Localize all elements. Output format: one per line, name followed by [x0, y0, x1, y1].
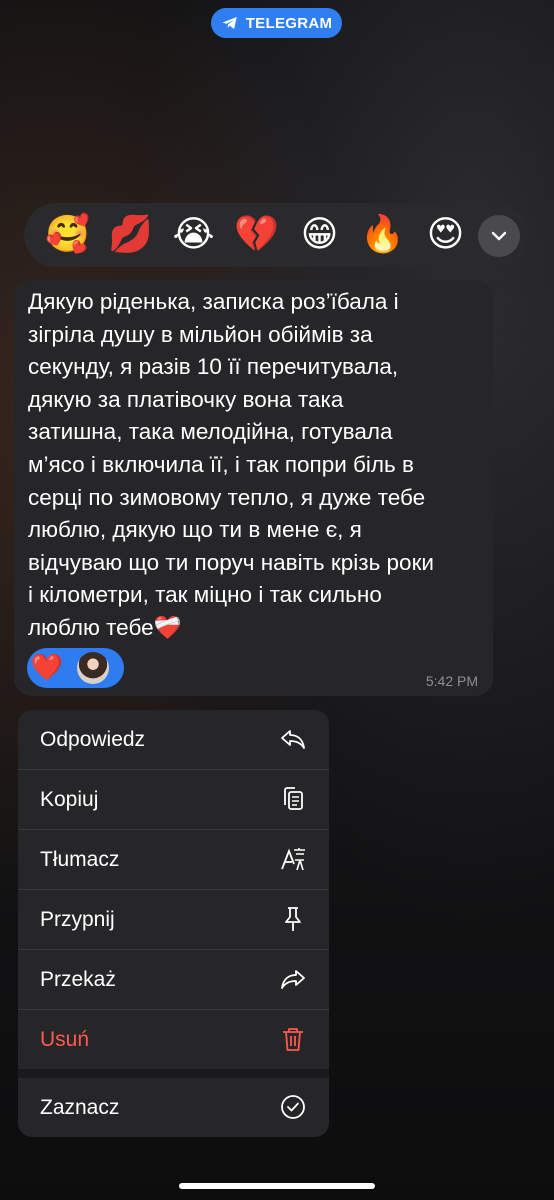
grinning-face-icon[interactable]: 😁 — [288, 203, 351, 267]
message-bubble[interactable]: Дякую ріденька, записка роз’їбала і зігр… — [14, 280, 493, 696]
broken-heart-icon[interactable]: 💔 — [225, 203, 288, 267]
translate-icon — [281, 848, 305, 871]
reaction-picker: 🥰 💋 😭 💔 😁 🔥 😍 — [24, 203, 528, 267]
trash-icon — [283, 1028, 303, 1051]
telegram-badge-label: TELEGRAM — [245, 14, 333, 32]
menu-item-label: Przypnij — [40, 907, 115, 931]
loudly-crying-face-icon[interactable]: 😭 — [162, 203, 225, 267]
telegram-badge[interactable]: TELEGRAM — [211, 8, 342, 38]
menu-separator — [18, 1069, 329, 1078]
menu-item-copy[interactable]: Kopiuj — [18, 770, 329, 830]
menu-item-label: Odpowiedz — [40, 727, 146, 751]
forward-icon — [281, 970, 305, 989]
menu-item-forward[interactable]: Przekaż — [18, 950, 329, 1010]
message-time: 5:42 PM — [425, 673, 478, 689]
menu-item-delete[interactable]: Usuń — [18, 1010, 329, 1069]
menu-item-label: Usuń — [40, 1027, 90, 1051]
fire-icon[interactable]: 🔥 — [351, 203, 414, 267]
avatar — [77, 652, 109, 684]
heart-eyes-icon[interactable]: 😍 — [414, 203, 477, 267]
bubble-tail-dot — [484, 262, 502, 280]
chevron-down-icon — [491, 231, 507, 241]
menu-item-reply[interactable]: Odpowiedz — [18, 710, 329, 770]
kiss-mark-icon[interactable]: 💋 — [99, 203, 162, 267]
expand-reactions-button[interactable] — [478, 215, 520, 257]
message-reaction[interactable]: ❤️ — [27, 648, 124, 688]
reply-icon — [281, 730, 305, 749]
copy-icon — [284, 787, 303, 810]
menu-item-label: Zaznacz — [40, 1096, 120, 1119]
telegram-icon — [222, 17, 237, 29]
context-menu: Odpowiedz Kopiuj Tłumacz Przypnij Przeka… — [18, 710, 329, 1137]
bubble-tail-dot-small — [502, 284, 512, 294]
smiling-face-with-hearts-icon[interactable]: 🥰 — [36, 203, 99, 267]
home-indicator[interactable] — [179, 1183, 375, 1189]
message-text: Дякую ріденька, записка роз’їбала і зігр… — [28, 289, 434, 640]
pin-icon — [285, 907, 301, 931]
menu-item-label: Tłumacz — [40, 847, 120, 871]
checkmark-circle-icon — [281, 1095, 305, 1119]
menu-item-label: Przekaż — [40, 967, 116, 991]
menu-item-pin[interactable]: Przypnij — [18, 890, 329, 950]
menu-item-translate[interactable]: Tłumacz — [18, 830, 329, 890]
red-heart-icon: ❤️ — [30, 653, 64, 683]
menu-item-select[interactable]: Zaznacz — [18, 1078, 329, 1137]
menu-item-label: Kopiuj — [40, 787, 99, 811]
